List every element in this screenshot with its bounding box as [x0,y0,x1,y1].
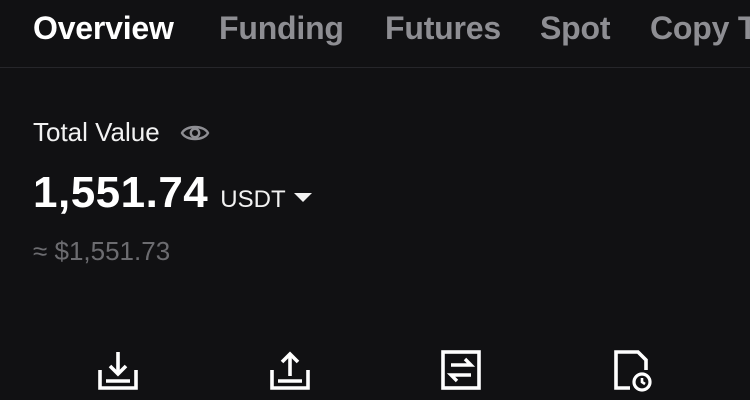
caret-down-icon [293,192,312,202]
transfer-icon [441,350,481,390]
tab-funding[interactable]: Funding [219,10,344,47]
deposit-button[interactable] [96,348,140,392]
tab-overview[interactable]: Overview [33,10,174,47]
total-value-row: 1,551.74 USDT [33,168,312,218]
tab-futures[interactable]: Futures [385,10,501,47]
total-value-amount: 1,551.74 [33,168,209,217]
eye-icon[interactable] [180,118,210,148]
total-value-label: Total Value [33,117,160,147]
history-icon [614,350,652,392]
currency-label: USDT [220,186,286,213]
currency-selector[interactable]: USDT [220,186,312,214]
history-button[interactable] [610,348,654,392]
withdraw-button[interactable] [268,348,312,392]
transfer-button[interactable] [439,348,483,392]
approx-usd-value: ≈ $1,551.73 [33,236,171,266]
assets-screen: Overview Funding Futures Spot Copy T Tot… [0,0,750,400]
withdraw-icon [270,351,310,390]
tab-copy-trading[interactable]: Copy T [650,10,750,47]
deposit-icon [98,352,138,390]
total-value-header: Total Value [33,117,210,148]
tab-spot[interactable]: Spot [540,10,610,47]
tab-bar: Overview Funding Futures Spot Copy T [0,0,750,68]
